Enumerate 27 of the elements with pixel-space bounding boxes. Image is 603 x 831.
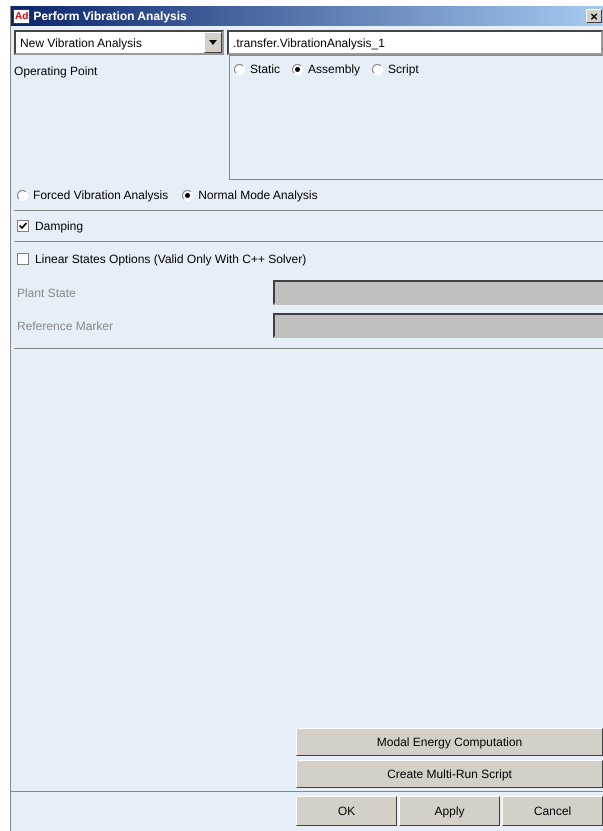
option-label: Forced Vibration Analysis bbox=[33, 188, 168, 202]
window-title: Perform Vibration Analysis bbox=[33, 9, 188, 23]
field-label: Plant State bbox=[17, 286, 77, 300]
option-label: Script bbox=[388, 62, 419, 76]
dialog-button[interactable]: Apply bbox=[399, 796, 500, 826]
radio-button[interactable] bbox=[234, 64, 245, 74]
checkbox[interactable] bbox=[17, 253, 29, 265]
radio-button[interactable] bbox=[292, 64, 304, 74]
close-button[interactable]: × bbox=[586, 9, 602, 23]
radio-button[interactable] bbox=[372, 64, 384, 74]
tool-button[interactable]: Create Multi-Run Script bbox=[296, 760, 603, 788]
option-label: Normal Mode Analysis bbox=[198, 188, 318, 202]
app-badge: Ad bbox=[13, 8, 30, 24]
analysis-name-field[interactable]: .transfer.VibrationAnalysis_1 bbox=[227, 30, 603, 55]
dialog-button[interactable]: Cancel bbox=[502, 796, 603, 826]
radio-button[interactable] bbox=[182, 190, 194, 200]
operating-point-label: Operating Point bbox=[14, 63, 98, 80]
option-label: Linear States Options (Valid Only With C++ Solver) bbox=[35, 252, 306, 266]
tool-button[interactable]: Modal Energy Computation bbox=[296, 728, 603, 756]
checkbox[interactable] bbox=[17, 220, 29, 232]
option-label: Assembly bbox=[308, 62, 360, 76]
option-label: Static bbox=[250, 62, 280, 76]
analysis-dropdown[interactable]: New Vibration Analysis bbox=[14, 30, 224, 55]
field-label: Reference Marker bbox=[17, 318, 114, 332]
dialog-button[interactable]: OK bbox=[296, 796, 397, 826]
radio-button[interactable] bbox=[17, 190, 28, 200]
option-label: Damping bbox=[35, 219, 84, 233]
